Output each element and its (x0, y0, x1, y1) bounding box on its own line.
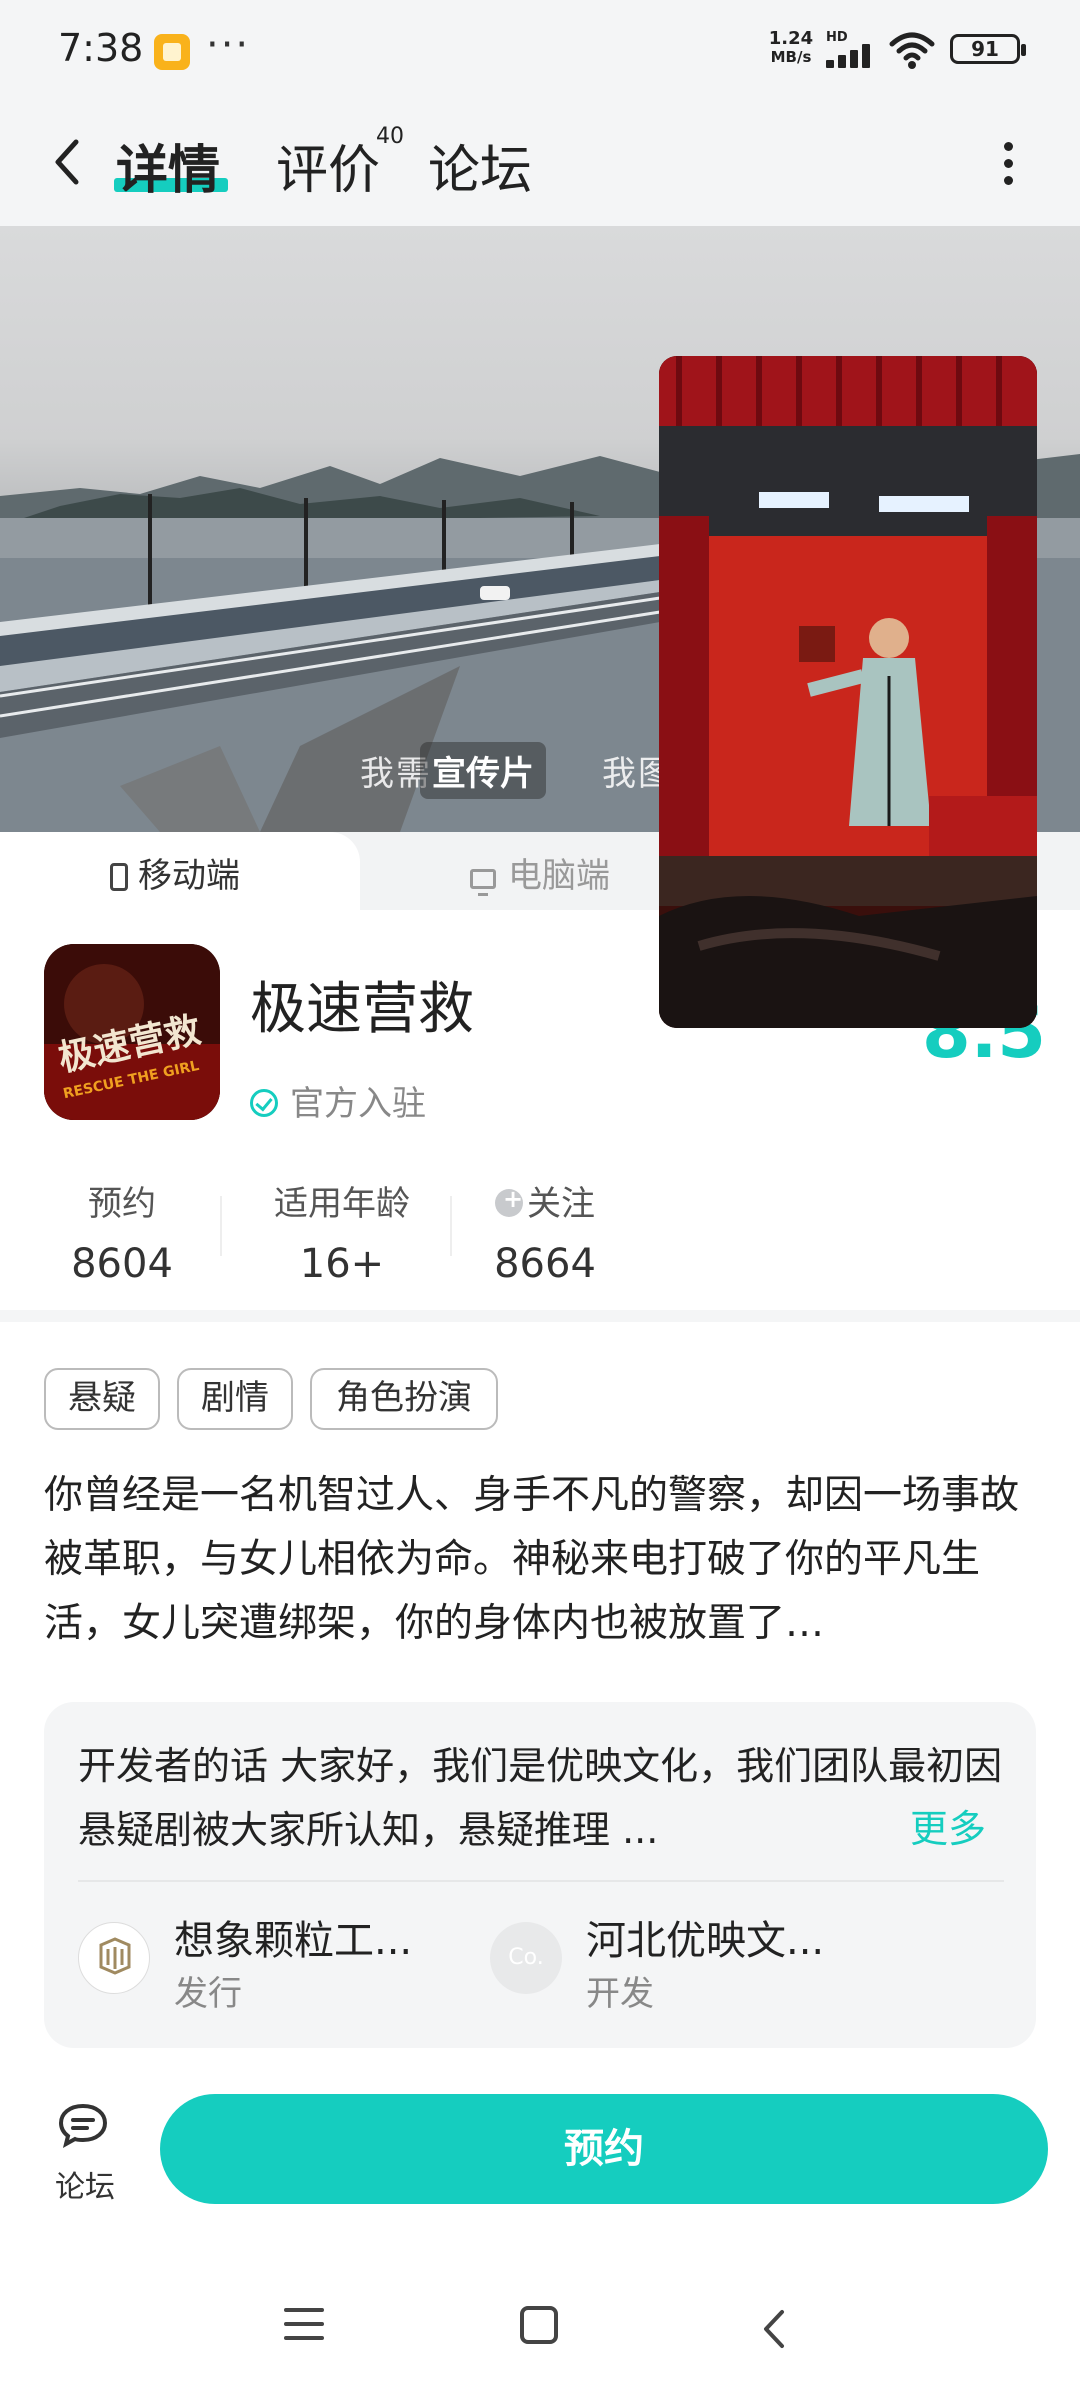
stat-reservations-value: 8604 (71, 1241, 173, 1287)
game-icon: 极速营救 RESCUE THE GIRL (44, 944, 220, 1120)
status-bar: 7:38 ··· 1.24 MB/s HD 91 (0, 0, 1080, 100)
tab-reviews-label: 评价 (276, 141, 381, 201)
stat-reservations: 预约 8604 (52, 1176, 192, 1287)
stat-follows[interactable]: 关注 8664 (480, 1176, 610, 1287)
official-badge: 官方入驻 (250, 1076, 426, 1125)
recent-apps-icon[interactable] (284, 2308, 324, 2350)
tab-detail-label: 详情 (116, 141, 221, 201)
official-label: 官方入驻 (290, 1084, 426, 1124)
top-nav-bar: 详情 评价 40 论坛 (0, 100, 1080, 226)
promo-video-badge: 宣传片 (420, 742, 546, 799)
publisher-role: 发行 (174, 1974, 242, 2014)
stat-divider (450, 1196, 452, 1256)
developer-logo: Co. (490, 1922, 562, 1994)
platform-mobile-label: 移动端 (138, 856, 240, 896)
more-notifications-icon: ··· (206, 22, 251, 68)
stat-age-value: 16+ (299, 1241, 385, 1287)
tab-reviews[interactable]: 评价 40 (276, 124, 404, 203)
hd-indicator: HD (826, 30, 848, 45)
system-nav-bar (0, 2260, 1080, 2400)
developer-message: 开发者的话 大家好，我们是优映文化，我们团队最初因悬疑剧被大家所认知，悬疑推理 … (78, 1744, 1003, 1852)
notification-app-icon (154, 34, 190, 70)
network-speed-value: 1.24 (768, 28, 814, 49)
stat-age-label: 适用年龄 (274, 1184, 410, 1224)
tab-forum[interactable]: 论坛 (428, 128, 532, 203)
phone-icon (110, 863, 128, 891)
wifi-icon (889, 32, 935, 69)
developer-divider (78, 1880, 1004, 1882)
section-divider (0, 1310, 1080, 1322)
platform-pc-label: 电脑端 (508, 856, 610, 896)
developer-name: 河北优映文... (586, 1918, 825, 1964)
platform-pc-tab[interactable]: 电脑端 (470, 848, 610, 897)
follow-heart-icon (495, 1185, 523, 1217)
publisher-name: 想象颗粒工... (174, 1918, 413, 1964)
signal-icon (826, 44, 882, 68)
game-title: 极速营救 (250, 977, 474, 1042)
stat-reservations-label: 预约 (88, 1184, 156, 1224)
floating-video-window[interactable] (659, 356, 1037, 1028)
forum-button-label: 论坛 (55, 2170, 115, 2205)
tag-chip[interactable]: 角色扮演 (310, 1368, 498, 1430)
status-time: 7:38 (58, 26, 144, 70)
stat-divider (220, 1196, 222, 1256)
system-back-icon[interactable] (758, 2304, 788, 2354)
game-description[interactable]: 你曾经是一名机智过人、身手不凡的警察，却因一场事故被革职，与女儿相依为命。神秘来… (44, 1464, 1040, 1656)
reviews-count-badge: 40 (376, 124, 404, 149)
tag-chip[interactable]: 剧情 (177, 1368, 293, 1430)
stat-follows-label: 关注 (527, 1184, 595, 1224)
platform-mobile-tab[interactable]: 移动端 (0, 832, 360, 910)
computer-icon (470, 869, 496, 896)
battery-icon: 91 (950, 34, 1026, 64)
game-icon-art: 极速营救 RESCUE THE GIRL (44, 944, 220, 1120)
back-icon[interactable] (46, 132, 86, 192)
forum-chat-icon (58, 2103, 108, 2148)
developer-role: 开发 (586, 1974, 654, 2014)
developer-card: 开发者的话 大家好，我们是优映文化，我们团队最初因悬疑剧被大家所认知，悬疑推理 … (44, 1702, 1036, 2048)
more-options-icon[interactable] (1004, 142, 1014, 186)
tag-chip[interactable]: 悬疑 (44, 1368, 160, 1430)
verified-check-icon (250, 1089, 278, 1117)
tab-detail[interactable]: 详情 (116, 128, 220, 203)
publisher-logo (78, 1922, 150, 1994)
reserve-button[interactable]: 预约 (160, 2094, 1048, 2204)
network-speed: 1.24 MB/s (766, 28, 816, 67)
stat-follows-value: 8664 (494, 1241, 596, 1287)
tab-forum-label: 论坛 (428, 141, 533, 201)
stat-age-rating: 适用年龄 16+ (252, 1176, 432, 1287)
home-icon[interactable] (520, 2306, 558, 2344)
network-speed-unit: MB/s (770, 48, 812, 66)
developer-more-link[interactable]: 更多 (910, 1798, 986, 1853)
floating-video-frame (659, 356, 1037, 1028)
forum-button[interactable]: 论坛 (40, 2100, 130, 2206)
